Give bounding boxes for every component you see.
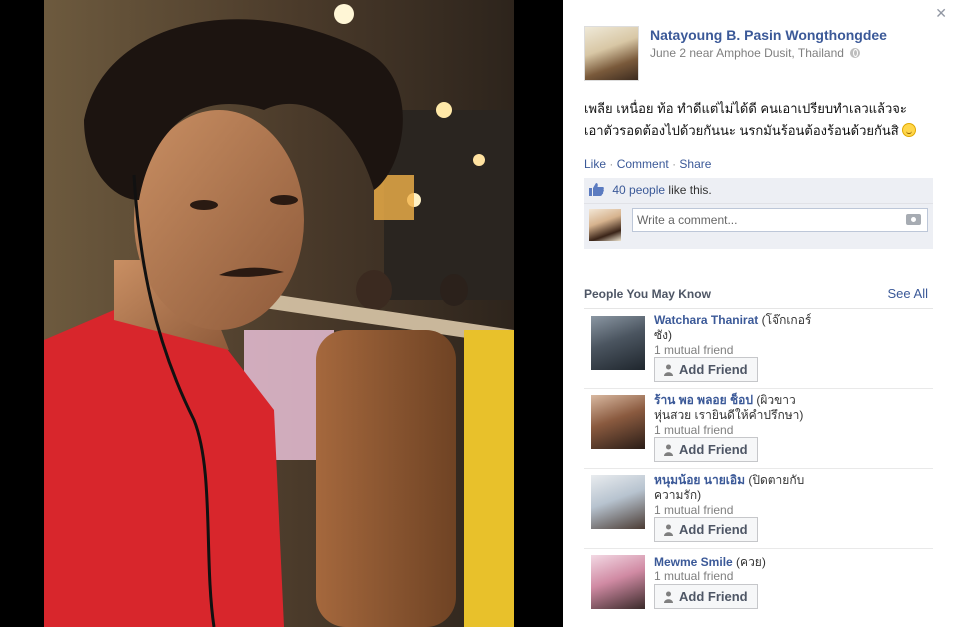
add-friend-button[interactable]: Add Friend [654, 437, 758, 462]
person-name-link[interactable]: หนุมน้อย นายเอิม [654, 473, 745, 487]
add-friend-icon [664, 591, 673, 603]
post-date[interactable]: June 2 [650, 46, 686, 60]
comment-link[interactable]: Comment [617, 157, 669, 171]
add-friend-label: Add Friend [679, 589, 748, 604]
pymk-list: Watchara Thanirat (โจ๊กเกอร์ ซัง) 1 mutu… [584, 309, 933, 615]
divider [584, 203, 933, 204]
post-location[interactable]: near Amphoe Dusit, Thailand [689, 46, 844, 60]
close-icon[interactable]: ✕ [935, 6, 947, 20]
likes-summary: 40 people like this. [589, 183, 712, 197]
person-extra: (โจ๊กเกอร์ [761, 313, 812, 327]
side-panel: ✕ Natayoung B. Pasin Wongthongdee June 2… [563, 0, 959, 627]
add-friend-button[interactable]: Add Friend [654, 517, 758, 542]
viewer-avatar [589, 209, 621, 241]
person-extra: (ควย) [736, 555, 766, 569]
person-extra-line2: ความรัก) [654, 488, 702, 502]
photo-illustration [44, 0, 514, 627]
post-photo[interactable] [44, 0, 514, 627]
post-text-line-2-content: เอาตัวรอดต้องไปด้วยกันนะ นรกมันร้อนต้องร… [584, 123, 899, 138]
person-photo[interactable] [591, 316, 645, 370]
person-name-link[interactable]: Watchara Thanirat [654, 313, 758, 327]
person-name-block: ร้าน พอ พลอย ช็อป (ผิวขาว หุ่นสวย เรายิน… [654, 393, 914, 423]
pymk-title: People You May Know [584, 287, 711, 301]
add-friend-icon [664, 444, 673, 456]
like-link[interactable]: Like [584, 157, 606, 171]
feedback-box: 40 people like this. [584, 178, 933, 249]
likes-suffix: like this. [668, 183, 712, 197]
person-extra: (ผิวขาว [756, 393, 796, 407]
person-name-block: หนุมน้อย นายเอิม (ปิดตายกับ ความรัก) [654, 473, 914, 503]
person-name-link[interactable]: Mewme Smile [654, 555, 733, 569]
person-name-block: Watchara Thanirat (โจ๊กเกอร์ ซัง) [654, 313, 914, 343]
camera-icon[interactable] [906, 214, 921, 225]
post-header: Natayoung B. Pasin Wongthongdee June 2 n… [584, 26, 944, 82]
mutual-friends-link[interactable]: 1 mutual friend [654, 423, 733, 437]
pymk-person: ร้าน พอ พลอย ช็อป (ผิวขาว หุ่นสวย เรายิน… [584, 389, 933, 469]
post-meta: June 2 near Amphoe Dusit, Thailand [650, 46, 861, 60]
comment-box [632, 208, 928, 232]
mutual-friends-link[interactable]: 1 mutual friend [654, 343, 733, 357]
add-friend-label: Add Friend [679, 522, 748, 537]
share-link[interactable]: Share [679, 157, 711, 171]
person-name-link[interactable]: ร้าน พอ พลอย ช็อป [654, 393, 753, 407]
post-text-line-1: เพลีย เหนื่อย ท้อ ทำดีแต่ไม่ได้ดี คนเอาเ… [584, 101, 907, 116]
likes-count-link[interactable]: 40 people [612, 183, 665, 197]
pymk-header: People You May Know See All [584, 285, 933, 309]
photo-stage [0, 0, 563, 627]
post-text-line-2: เอาตัวรอดต้องไปด้วยกันนะ นรกมันร้อนต้องร… [584, 120, 944, 142]
post-message: เพลีย เหนื่อย ท้อ ทำดีแต่ไม่ได้ดี คนเอาเ… [584, 98, 944, 142]
mutual-friends-link[interactable]: 1 mutual friend [654, 569, 733, 583]
person-extra-line2: หุ่นสวย เรายินดีให้คำปรึกษา) [654, 408, 804, 422]
post-actions: Like · Comment · Share [584, 157, 711, 171]
add-friend-button[interactable]: Add Friend [654, 584, 758, 609]
author-name-link[interactable]: Natayoung B. Pasin Wongthongdee [650, 27, 887, 43]
separator: · [609, 157, 614, 171]
add-friend-icon [664, 524, 673, 536]
comment-input[interactable] [633, 209, 893, 231]
author-avatar[interactable] [584, 26, 639, 81]
add-friend-icon [664, 364, 673, 376]
person-extra-line2: ซัง) [654, 328, 672, 342]
separator: · [672, 157, 677, 171]
pymk-person: Mewme Smile (ควย) 1 mutual friend Add Fr… [584, 549, 933, 615]
pymk-person: หนุมน้อย นายเอิม (ปิดตายกับ ความรัก) 1 m… [584, 469, 933, 549]
person-photo[interactable] [591, 475, 645, 529]
person-photo[interactable] [591, 555, 645, 609]
person-extra: (ปิดตายกับ [748, 473, 805, 487]
person-name-block: Mewme Smile (ควย) [654, 555, 914, 570]
see-all-link[interactable]: See All [888, 286, 928, 301]
globe-icon[interactable] [850, 48, 861, 58]
add-friend-label: Add Friend [679, 442, 748, 457]
add-friend-label: Add Friend [679, 362, 748, 377]
mutual-friends-link[interactable]: 1 mutual friend [654, 503, 733, 517]
person-photo[interactable] [591, 395, 645, 449]
thumbs-up-icon [589, 183, 604, 196]
pymk-person: Watchara Thanirat (โจ๊กเกอร์ ซัง) 1 mutu… [584, 309, 933, 389]
smile-emoji-icon [902, 123, 917, 137]
add-friend-button[interactable]: Add Friend [654, 357, 758, 382]
